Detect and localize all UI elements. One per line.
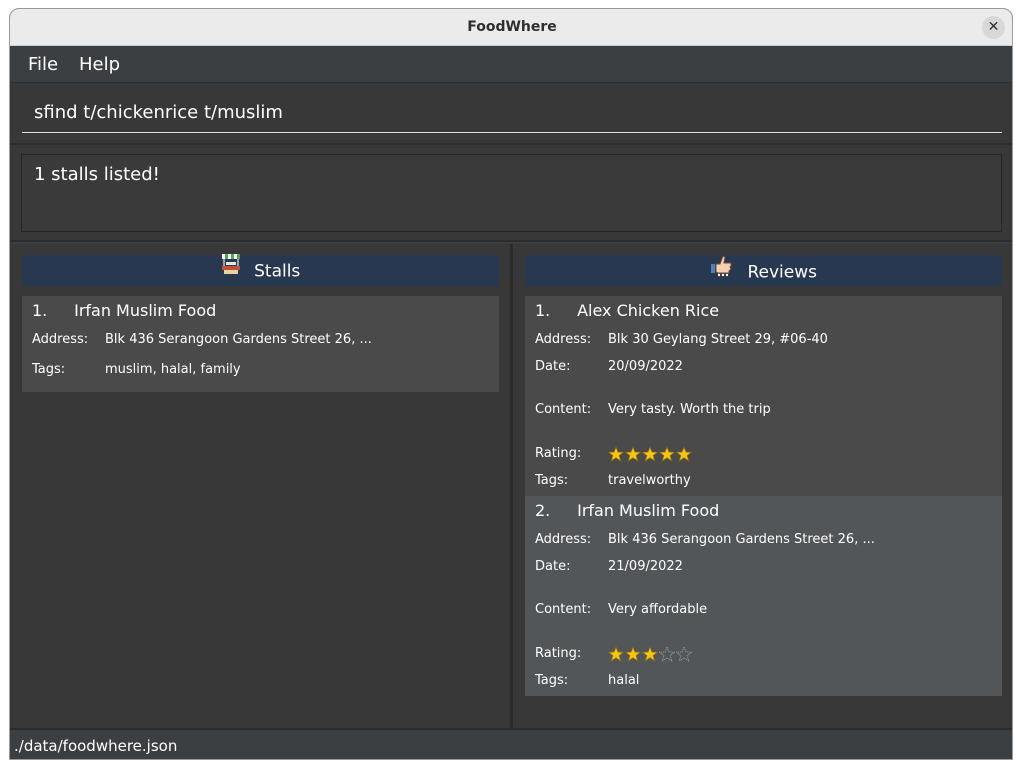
review-stall-name: Irfan Muslim Food	[577, 501, 720, 520]
review-content: Very affordable	[608, 602, 708, 617]
stalls-list[interactable]: 1. Irfan Muslim Food Address: Blk 436 Se…	[22, 296, 499, 392]
review-card[interactable]: 1. Alex Chicken Rice Address: Blk 30 Gey…	[525, 296, 1002, 496]
review-address-label: Address:	[535, 532, 592, 547]
stalls-panel: Stalls 1. Irfan Muslim Food Address: Blk…	[10, 244, 510, 728]
stalls-header-label: Stalls	[254, 261, 301, 282]
review-date: 20/09/2022	[608, 359, 683, 374]
stall-card-title: 1. Irfan Muslim Food	[32, 296, 489, 326]
stall-index: 1.	[32, 301, 48, 320]
menu-bar: File Help	[10, 46, 1012, 83]
window-title: FoodWhere	[467, 19, 557, 35]
rating-stars	[608, 646, 992, 662]
star-empty-icon	[676, 646, 692, 662]
status-bar: ./data/foodwhere.json	[10, 728, 1012, 759]
review-content-label: Content:	[535, 602, 592, 617]
review-date-row: Date: 21/09/2022	[535, 559, 992, 575]
review-index: 2.	[535, 501, 551, 520]
star-filled-icon	[659, 446, 675, 462]
review-rating-label: Rating:	[535, 446, 582, 461]
stall-tags-label: Tags:	[32, 362, 66, 377]
menu-help[interactable]: Help	[79, 54, 120, 75]
review-tags: halal	[608, 673, 640, 688]
review-rating-row: Rating:	[535, 446, 992, 462]
close-button[interactable]: ✕	[982, 16, 1005, 39]
review-card-title: 1. Alex Chicken Rice	[535, 296, 992, 326]
close-icon: ✕	[987, 19, 1000, 35]
reviews-list[interactable]: 1. Alex Chicken Rice Address: Blk 30 Gey…	[525, 296, 1002, 696]
star-empty-icon	[659, 646, 675, 662]
review-tags-label: Tags:	[535, 673, 569, 688]
star-filled-icon	[642, 646, 658, 662]
review-date-label: Date:	[535, 359, 571, 374]
review-card[interactable]: 2. Irfan Muslim Food Address: Blk 436 Se…	[525, 496, 1002, 696]
review-address: Blk 30 Geylang Street 29, #06-40	[608, 332, 828, 347]
review-address: Blk 436 Serangoon Gardens Street 26, ...	[608, 532, 875, 547]
menu-file[interactable]: File	[28, 54, 58, 75]
star-filled-icon	[608, 646, 624, 662]
review-address-label: Address:	[535, 332, 592, 347]
review-date: 21/09/2022	[608, 559, 683, 574]
stall-address-label: Address:	[32, 332, 89, 347]
star-filled-icon	[642, 446, 658, 462]
stall-name: Irfan Muslim Food	[74, 301, 217, 320]
stall-address-row: Address: Blk 436 Serangoon Gardens Stree…	[32, 332, 489, 348]
app-window: FoodWhere ✕ File Help sfind t/chickenric…	[9, 8, 1013, 760]
command-input[interactable]: sfind t/chickenrice t/muslim	[22, 97, 1002, 133]
review-date-row: Date: 20/09/2022	[535, 359, 992, 375]
review-content: Very tasty. Worth the trip	[608, 402, 771, 417]
stall-address: Blk 436 Serangoon Gardens Street 26, ...	[105, 332, 372, 347]
star-filled-icon	[608, 446, 624, 462]
stall-tags: muslim, halal, family	[105, 362, 241, 377]
review-rating-label: Rating:	[535, 646, 582, 661]
command-box-area: sfind t/chickenrice t/muslim	[10, 83, 1012, 145]
result-display-area: 1 stalls listed!	[10, 145, 1012, 242]
review-rating-row: Rating:	[535, 646, 992, 662]
reviews-panel: Reviews 1. Alex Chicken Rice Address: Bl…	[513, 244, 1012, 728]
stall-tags-row: Tags: muslim, halal, family	[32, 362, 489, 378]
result-display: 1 stalls listed!	[21, 154, 1002, 232]
review-tags-row: Tags: travelworthy	[535, 473, 992, 489]
status-file-path: ./data/foodwhere.json	[14, 737, 178, 755]
review-tags-label: Tags:	[535, 473, 569, 488]
review-address-row: Address: Blk 436 Serangoon Gardens Stree…	[535, 532, 992, 548]
star-filled-icon	[625, 646, 641, 662]
rating-stars	[608, 446, 992, 462]
review-card-title: 2. Irfan Muslim Food	[535, 496, 992, 526]
reviews-header-label: Reviews	[747, 262, 817, 283]
review-stall-name: Alex Chicken Rice	[577, 301, 720, 320]
stalls-header: Stalls	[22, 253, 499, 286]
review-content-row: Content: Very tasty. Worth the trip	[535, 402, 992, 418]
star-filled-icon	[676, 446, 692, 462]
review-tags-row: Tags: halal	[535, 673, 992, 689]
stall-card[interactable]: 1. Irfan Muslim Food Address: Blk 436 Se…	[22, 296, 499, 392]
review-date-label: Date:	[535, 559, 571, 574]
title-bar: FoodWhere ✕	[10, 9, 1012, 46]
food-stall-icon	[221, 253, 241, 286]
reviews-header: Reviews	[525, 255, 1002, 286]
star-filled-icon	[625, 446, 641, 462]
review-content-label: Content:	[535, 402, 592, 417]
thumbs-up-icon	[710, 253, 734, 288]
review-tags: travelworthy	[608, 473, 691, 488]
review-content-row: Content: Very affordable	[535, 602, 992, 618]
review-index: 1.	[535, 301, 551, 320]
review-address-row: Address: Blk 30 Geylang Street 29, #06-4…	[535, 332, 992, 348]
